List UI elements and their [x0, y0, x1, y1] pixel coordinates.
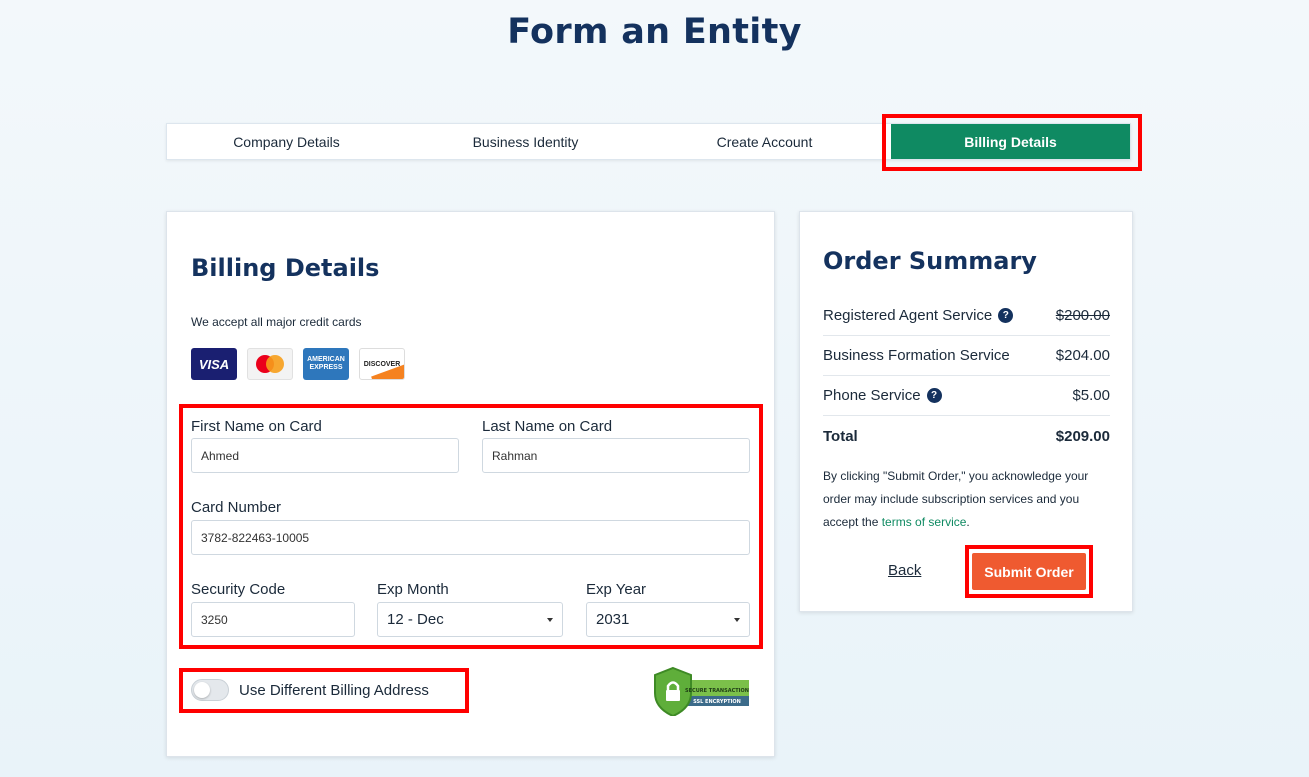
line-item-business-formation: Business Formation Service $204.00 — [823, 336, 1110, 376]
line-item-name: Phone Service — [823, 387, 921, 404]
submit-order-button[interactable]: Submit Order — [972, 553, 1086, 590]
step-business-identity[interactable]: Business Identity — [406, 124, 645, 159]
exp-year-select[interactable]: 2031 — [586, 602, 750, 637]
accepted-cards-text: We accept all major credit cards — [191, 315, 362, 329]
step-tabs: Company Details Business Identity Create… — [166, 123, 1131, 160]
billing-details-card: Billing Details We accept all major cred… — [166, 211, 775, 757]
exp-month-value: 12 - Dec — [387, 611, 444, 628]
ack-text-end: . — [966, 515, 970, 529]
line-item-registered-agent: Registered Agent Service ? $200.00 — [823, 296, 1110, 336]
billing-title: Billing Details — [191, 254, 380, 282]
first-name-input[interactable]: Ahmed — [191, 438, 459, 473]
security-code-input[interactable]: 3250 — [191, 602, 355, 637]
last-name-label: Last Name on Card — [482, 418, 613, 435]
help-icon[interactable]: ? — [926, 388, 942, 403]
back-link[interactable]: Back — [888, 562, 921, 579]
total-label: Total — [823, 427, 858, 445]
order-summary-card: Order Summary Registered Agent Service ?… — [799, 211, 1133, 612]
line-item-price: $5.00 — [1072, 387, 1110, 404]
step-company-details[interactable]: Company Details — [167, 124, 406, 159]
total-row: Total $209.00 — [823, 416, 1110, 456]
exp-year-value: 2031 — [596, 611, 630, 628]
step-create-account[interactable]: Create Account — [645, 124, 884, 159]
discover-logo: DISCOVER — [359, 348, 405, 380]
exp-month-label: Exp Month — [377, 581, 449, 598]
help-icon[interactable]: ? — [998, 308, 1014, 323]
exp-month-select[interactable]: 12 - Dec — [377, 602, 563, 637]
page-title: Form an Entity — [507, 12, 802, 52]
secure-badge-line1: SECURE TRANSACTION — [685, 688, 749, 694]
secure-transaction-badge: SECURE TRANSACTION SSL ENCRYPTION — [654, 666, 749, 716]
mastercard-logo — [247, 348, 293, 380]
order-summary-title: Order Summary — [823, 247, 1037, 275]
card-number-label: Card Number — [191, 499, 282, 516]
amex-logo: AMERICAN EXPRESS — [303, 348, 349, 380]
visa-logo: VISA — [191, 348, 237, 380]
different-billing-label: Use Different Billing Address — [239, 682, 429, 699]
card-logos: VISA AMERICAN EXPRESS DISCOVER — [191, 348, 405, 380]
acknowledgement-text: By clicking "Submit Order," you acknowle… — [823, 465, 1113, 534]
security-code-label: Security Code — [191, 581, 286, 598]
line-item-name: Registered Agent Service — [823, 307, 993, 324]
total-value: $209.00 — [1055, 427, 1110, 445]
exp-year-label: Exp Year — [586, 581, 647, 598]
chevron-down-icon — [734, 617, 740, 622]
first-name-label: First Name on Card — [191, 418, 322, 435]
terms-of-service-link[interactable]: terms of service — [882, 515, 967, 529]
line-item-phone-service: Phone Service ? $5.00 — [823, 376, 1110, 416]
secure-badge-line2: SSL ENCRYPTION — [693, 699, 741, 705]
line-item-price: $200.00 — [1055, 307, 1110, 324]
different-billing-toggle[interactable] — [191, 679, 229, 701]
card-number-input[interactable]: 3782-822463-10005 — [191, 520, 750, 555]
line-item-name: Business Formation Service — [823, 347, 1010, 364]
line-item-price: $204.00 — [1055, 347, 1110, 364]
chevron-down-icon — [547, 617, 553, 622]
step-billing-details[interactable]: Billing Details — [891, 124, 1130, 159]
last-name-input[interactable]: Rahman — [482, 438, 750, 473]
